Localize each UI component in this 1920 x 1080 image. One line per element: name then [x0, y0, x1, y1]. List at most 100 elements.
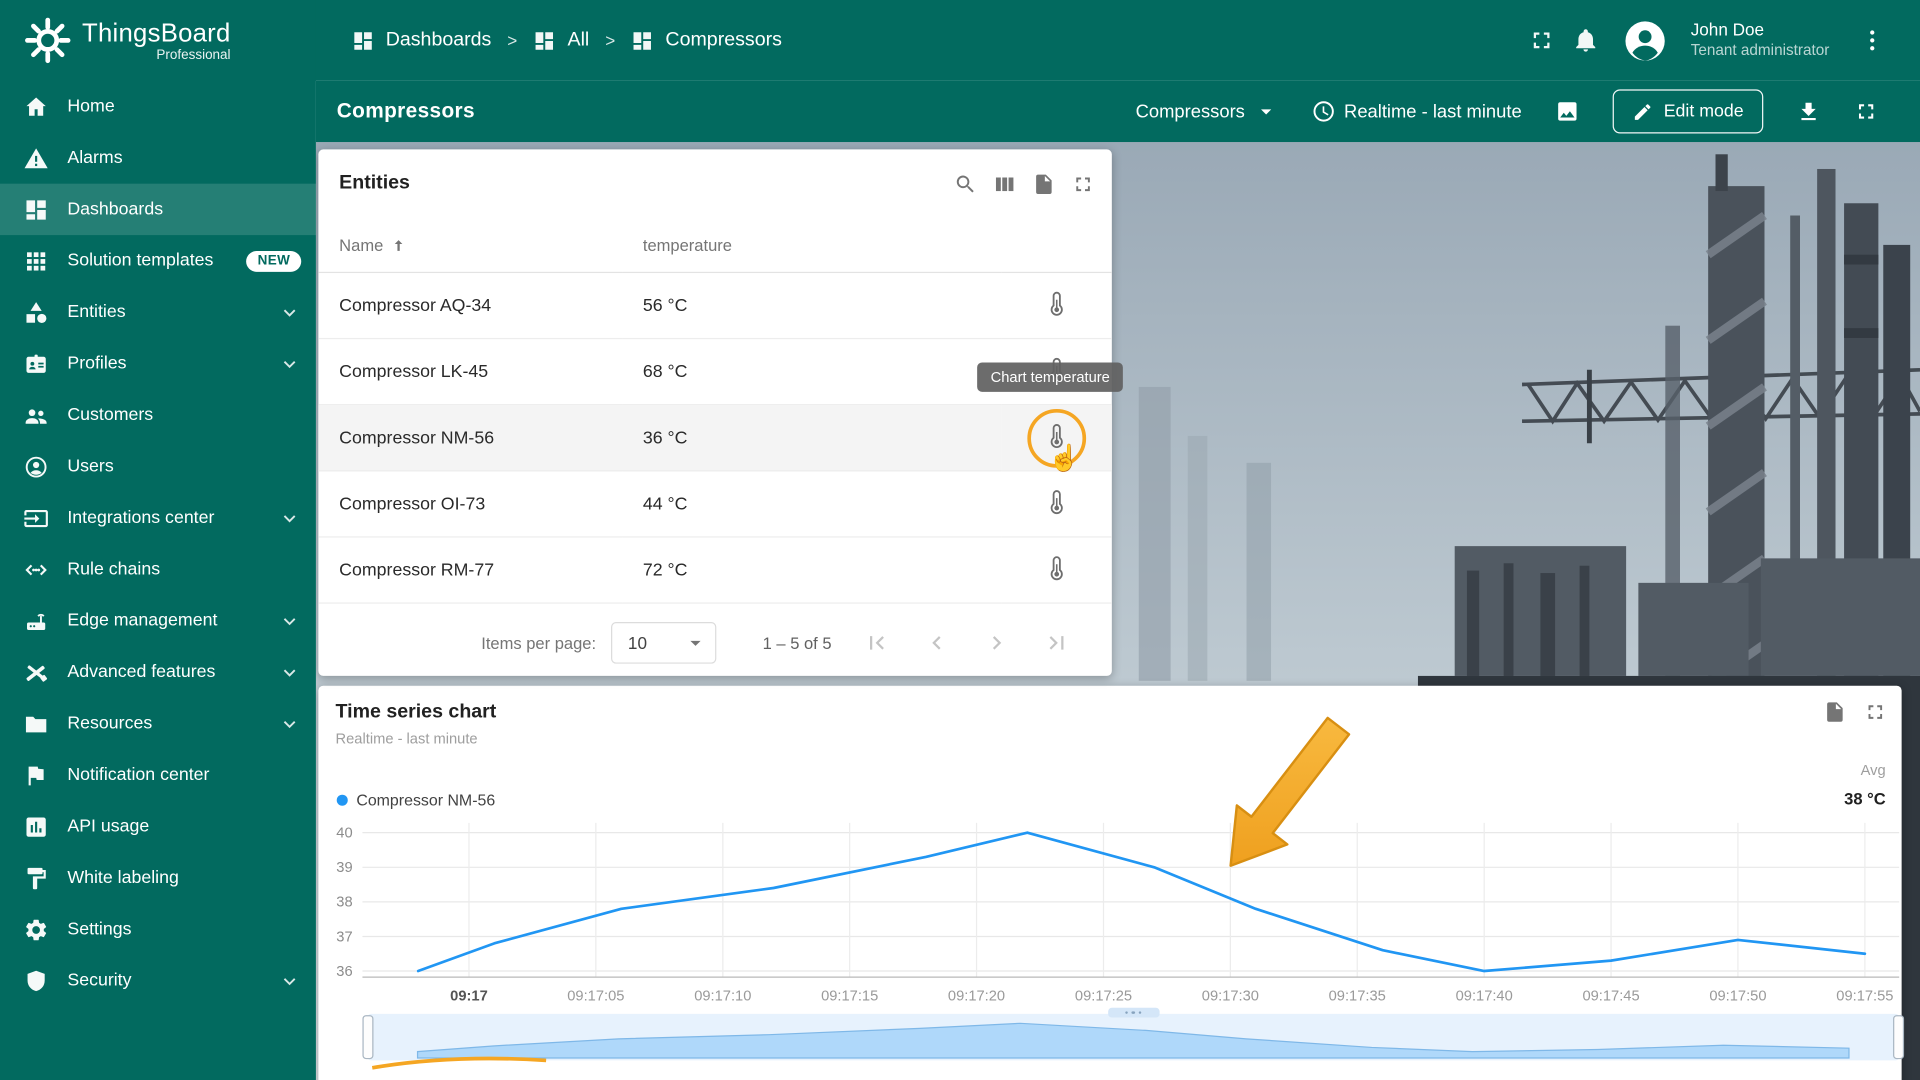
user-block[interactable]: John Doe Tenant administrator — [1691, 20, 1830, 61]
chart-widget-actions — [1823, 700, 1887, 723]
dashboard-grid-icon — [351, 29, 374, 52]
shield-icon — [23, 968, 49, 994]
fullscreen-icon[interactable] — [1528, 27, 1555, 54]
dashboard-toolbar: Compressors Compressors Realtime - last … — [315, 80, 1920, 143]
thermometer-icon[interactable] — [1043, 290, 1070, 317]
sidebar-item-notification-center[interactable]: Notification center — [0, 749, 316, 800]
sidebar-item-customers[interactable]: Customers — [0, 389, 316, 440]
column-header-actions — [1001, 217, 1112, 274]
items-per-page-label: Items per page: — [481, 633, 597, 653]
grid-icon — [23, 197, 49, 223]
notifications-bell-icon[interactable] — [1572, 27, 1599, 54]
svg-text:39: 39 — [336, 860, 352, 876]
more-vert-icon[interactable] — [1859, 27, 1886, 54]
sidebar-item-profiles[interactable]: Profiles — [0, 338, 316, 389]
chevron-down-icon — [278, 506, 301, 529]
svg-text:09:17:50: 09:17:50 — [1709, 988, 1766, 1004]
column-header-temperature[interactable]: temperature — [622, 217, 1002, 274]
action-cell — [1001, 470, 1112, 538]
avatar[interactable] — [1623, 19, 1666, 62]
breadcrumb: Dashboards > All > Compressors — [351, 29, 782, 52]
toolbar-actions: Compressors Realtime - last minute Edit … — [1136, 89, 1879, 134]
columns-icon[interactable] — [993, 172, 1016, 195]
action-cell — [1001, 536, 1112, 604]
chart-legend[interactable]: Compressor NM-56 — [336, 791, 496, 810]
sidebar-item-home[interactable]: Home — [0, 81, 316, 132]
header-actions: John Doe Tenant administrator — [1528, 0, 1886, 81]
last-page-icon[interactable] — [1043, 629, 1070, 656]
sidebar: ThingsBoard Professional Home Alarms Dashb… — [0, 0, 316, 1080]
scrubber-right-handle[interactable] — [1893, 1015, 1905, 1060]
sidebar-item-resources[interactable]: Resources — [0, 698, 316, 749]
widget-fullscreen-icon[interactable] — [1071, 172, 1094, 195]
sidebar-item-entities[interactable]: Entities — [0, 287, 316, 338]
previous-page-icon[interactable] — [923, 629, 950, 656]
sidebar-item-white-labeling[interactable]: White labeling — [0, 852, 316, 903]
toolbar-fullscreen-icon[interactable] — [1854, 99, 1878, 123]
thermometer-icon[interactable] — [1043, 554, 1070, 581]
construction-icon — [23, 659, 49, 685]
image-export-icon[interactable] — [1555, 99, 1579, 123]
scrubber-move-handle[interactable] — [1107, 1007, 1159, 1018]
thermometer-icon[interactable] — [1043, 488, 1070, 515]
sidebar-item-edge-management[interactable]: Edge management — [0, 595, 316, 646]
search-icon[interactable] — [954, 172, 977, 195]
avg-value: 38 °C — [1844, 789, 1886, 809]
export-file-icon[interactable] — [1823, 700, 1846, 723]
legend-series-label: Compressor NM-56 — [356, 791, 496, 810]
breadcrumb-item-all[interactable]: All — [533, 29, 589, 52]
next-page-icon[interactable] — [983, 629, 1010, 656]
sidebar-item-settings[interactable]: Settings — [0, 904, 316, 955]
sidebar-item-security[interactable]: Security — [0, 955, 316, 1006]
widget-fullscreen-icon[interactable] — [1864, 700, 1887, 723]
sidebar-item-integrations-center[interactable]: Integrations center — [0, 492, 316, 543]
badge-icon — [23, 351, 49, 377]
chevron-down-icon — [278, 609, 301, 632]
sidebar-item-advanced-features[interactable]: Advanced features — [0, 647, 316, 698]
timewindow-button[interactable]: Realtime - last minute — [1311, 99, 1522, 123]
user-name: John Doe — [1690, 20, 1765, 40]
app-window: Dashboards > All > Compressors John Doe Tena… — [0, 0, 1920, 1080]
sidebar-item-api-usage[interactable]: API usage — [0, 801, 316, 852]
export-file-icon[interactable] — [1032, 172, 1055, 195]
thingsboard-logo-icon — [22, 15, 73, 66]
svg-text:09:17:55: 09:17:55 — [1836, 988, 1893, 1004]
sidebar-item-dashboards[interactable]: Dashboards — [0, 183, 316, 236]
table-footer: Items per page: 10 1 – 5 of 5 — [318, 604, 1111, 682]
brand-logo[interactable]: ThingsBoard Professional — [0, 0, 316, 81]
table-row[interactable]: Compressor OI-73 44 °C — [318, 470, 1112, 538]
items-per-page-select[interactable]: 10 — [610, 622, 717, 664]
thermometer-icon[interactable] — [1043, 422, 1070, 449]
person-icon — [23, 454, 49, 480]
breadcrumb-item-compressors[interactable]: Compressors — [631, 29, 782, 52]
sidebar-item-solution-templates[interactable]: Solution templates NEW — [0, 235, 316, 286]
svg-text:09:17: 09:17 — [450, 988, 488, 1004]
gear-icon — [23, 917, 49, 943]
svg-text:09:17:25: 09:17:25 — [1075, 988, 1132, 1004]
table-row[interactable]: Compressor AQ-34 56 °C — [318, 272, 1112, 340]
breadcrumb-separator: > — [507, 30, 518, 51]
entity-name-cell: Compressor OI-73 — [318, 470, 623, 538]
time-range-scrubber[interactable] — [362, 1007, 1905, 1061]
table-row[interactable]: Compressor RM-77 72 °C — [318, 536, 1112, 604]
warning-icon — [23, 145, 49, 171]
sidebar-item-alarms[interactable]: Alarms — [0, 132, 316, 183]
edit-mode-button[interactable]: Edit mode — [1612, 89, 1764, 134]
home-icon — [23, 94, 49, 120]
brand-title: ThingsBoard — [82, 18, 231, 48]
svg-text:37: 37 — [336, 929, 352, 945]
dashboard-state-select[interactable]: Compressors — [1136, 99, 1278, 123]
ethernet-icon — [23, 557, 49, 583]
arrow-drop-down-icon — [1253, 99, 1277, 123]
download-icon[interactable] — [1796, 99, 1820, 123]
column-header-name[interactable]: Name — [318, 217, 623, 274]
action-cell: ☝ — [1001, 404, 1112, 472]
sidebar-item-rule-chains[interactable]: Rule chains — [0, 544, 316, 595]
svg-text:09:17:30: 09:17:30 — [1202, 988, 1259, 1004]
table-row[interactable]: Compressor NM-56 36 °C ☝ — [318, 404, 1112, 472]
folder-icon — [23, 711, 49, 737]
sidebar-item-users[interactable]: Users — [0, 441, 316, 492]
first-page-icon[interactable] — [863, 629, 890, 656]
breadcrumb-item-dashboards[interactable]: Dashboards — [351, 29, 491, 52]
sort-ascending-icon — [389, 236, 407, 254]
